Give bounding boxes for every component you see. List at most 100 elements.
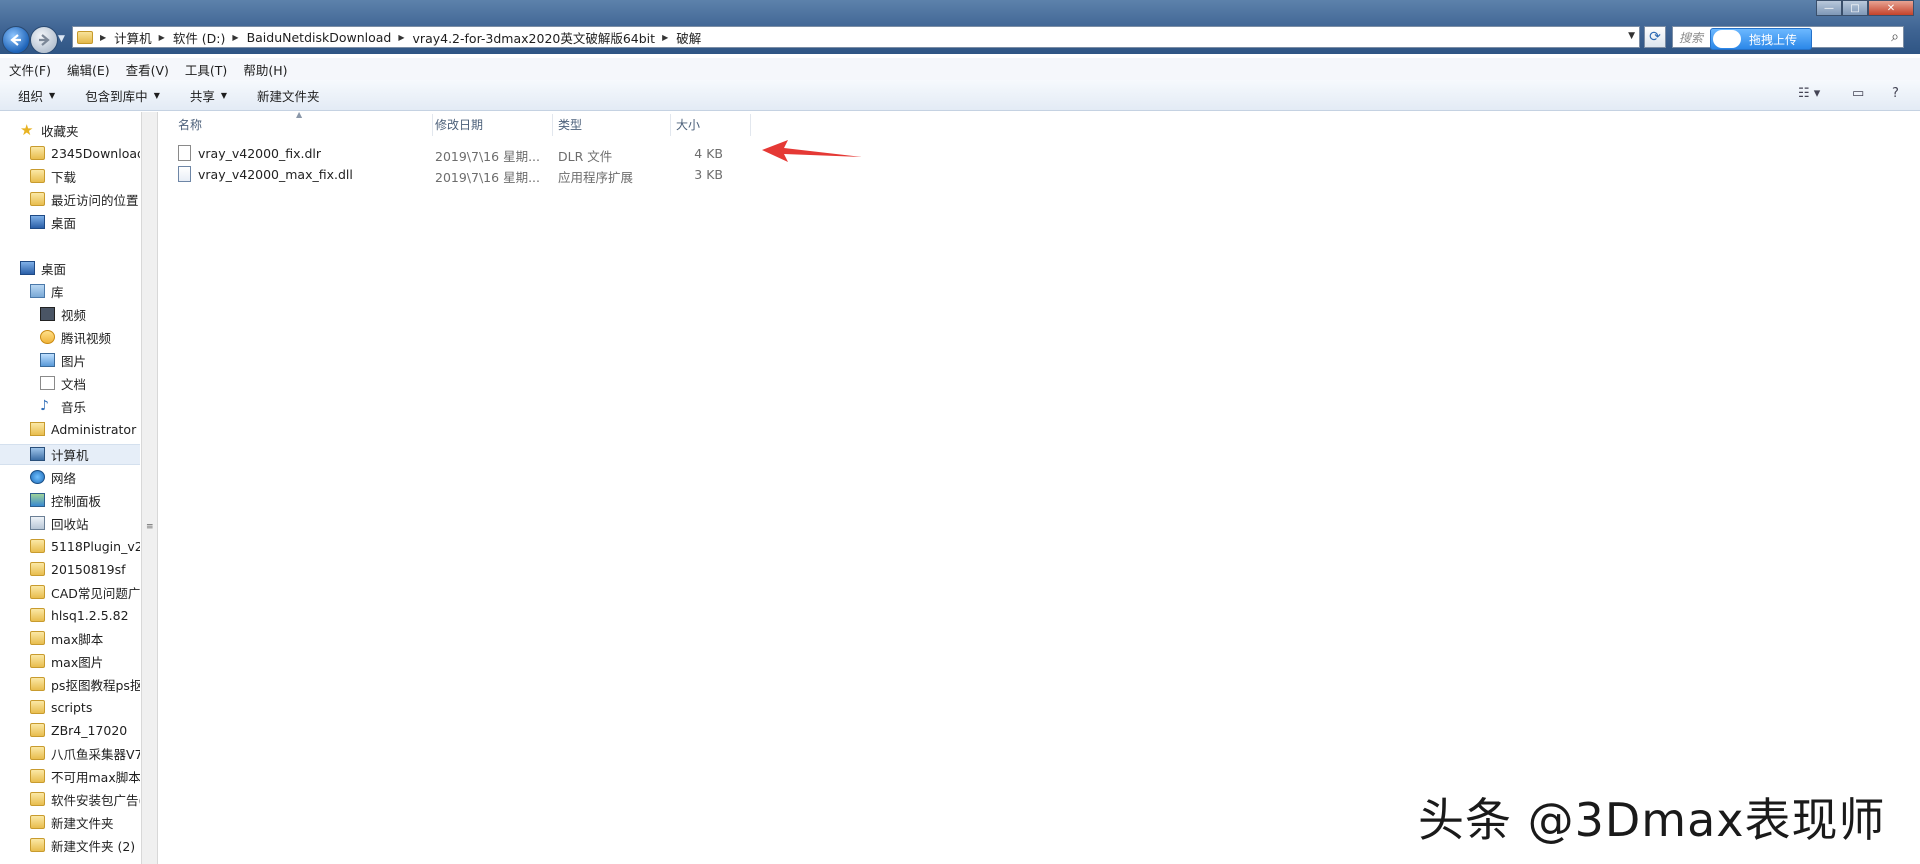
sidebar-item-desktop-fav[interactable]: 桌面 xyxy=(30,212,76,232)
sidebar-favorites[interactable]: ★ 收藏夹 xyxy=(20,120,79,140)
sidebar-item-recent[interactable]: 最近访问的位置 xyxy=(30,189,139,209)
include-library-button[interactable]: 包含到库中 ▼ xyxy=(85,86,160,105)
baidu-upload-button[interactable]: 拖拽上传 xyxy=(1710,28,1812,50)
tencent-video-icon xyxy=(40,330,55,344)
sidebar-item-downloads[interactable]: 下载 xyxy=(30,166,76,186)
sidebar-item-folder[interactable]: 不可用max脚本 xyxy=(30,766,140,786)
chevron-right-icon[interactable]: ▶ xyxy=(100,33,106,42)
sidebar-item-label: 图片 xyxy=(61,353,87,369)
sidebar-item-folder[interactable]: 5118Plugin_v2.0 xyxy=(30,536,140,556)
sidebar-item-label: 20150819sf xyxy=(51,561,126,577)
sidebar-item-folder[interactable]: hlsq1.2.5.82 xyxy=(30,605,129,625)
address-bar[interactable]: ▶ 计算机 ▶ 软件 (D:) ▶ BaiduNetdiskDownload ▶… xyxy=(72,26,1640,48)
sidebar-item-computer[interactable]: 计算机 xyxy=(30,444,89,464)
column-divider[interactable] xyxy=(432,114,433,136)
file-name: vray_v42000_fix.dlr xyxy=(198,146,322,161)
sidebar-item-tencent-video[interactable]: 腾讯视频 xyxy=(40,327,111,347)
minimize-button[interactable]: — xyxy=(1816,0,1842,16)
column-divider[interactable] xyxy=(750,114,751,136)
menu-file[interactable]: 文件(F) xyxy=(9,60,51,79)
breadcrumb-drive[interactable]: 软件 (D:) xyxy=(173,28,226,47)
recent-pages-dropdown[interactable]: ▼ xyxy=(58,34,68,44)
sidebar-item-folder[interactable]: 新建文件夹 (2) xyxy=(30,835,135,855)
pane-splitter[interactable]: ≡ xyxy=(141,112,158,864)
sidebar-item-music[interactable]: ♪ 音乐 xyxy=(40,396,86,416)
desktop-icon xyxy=(30,215,45,229)
column-divider[interactable] xyxy=(552,114,553,136)
star-icon: ★ xyxy=(20,121,34,139)
menu-tools[interactable]: 工具(T) xyxy=(185,60,227,79)
splitter-grip-icon[interactable]: ≡ xyxy=(146,522,154,532)
menu-bar: 文件(F) 编辑(E) 查看(V) 工具(T) 帮助(H) xyxy=(0,58,1920,80)
chevron-right-icon[interactable]: ▶ xyxy=(159,33,165,42)
menu-edit[interactable]: 编辑(E) xyxy=(67,60,110,79)
sidebar-item-folder[interactable]: 新建文件夹 xyxy=(30,812,114,832)
sidebar-item-folder[interactable]: ps抠图教程ps抠图 xyxy=(30,674,140,694)
table-row[interactable]: vray_v42000_fix.dlr 2019\7\16 星期... DLR … xyxy=(178,143,778,164)
maximize-button[interactable]: □ xyxy=(1842,0,1868,16)
column-header-modified[interactable]: 修改日期 xyxy=(435,112,483,136)
sidebar-item-folder[interactable]: max图片 xyxy=(30,651,103,671)
folder-icon xyxy=(30,838,45,852)
search-icon[interactable]: ⌕ xyxy=(1891,29,1899,45)
chevron-down-icon: ▼ xyxy=(49,90,56,100)
new-folder-button[interactable]: 新建文件夹 xyxy=(257,86,320,105)
folder-icon xyxy=(30,769,45,783)
sidebar-item-label: 桌面 xyxy=(51,215,77,231)
sidebar-item-video[interactable]: 视频 xyxy=(40,304,86,324)
folder-icon xyxy=(30,700,45,714)
file-modified: 2019\7\16 星期... xyxy=(435,170,540,185)
chevron-right-icon[interactable]: ▶ xyxy=(398,33,404,42)
arrow-left-icon xyxy=(10,34,21,46)
sidebar-item-library[interactable]: 库 xyxy=(30,281,64,301)
file-icon xyxy=(178,145,191,161)
breadcrumb-baidu[interactable]: BaiduNetdiskDownload xyxy=(247,30,392,45)
column-header-size[interactable]: 大小 xyxy=(676,112,700,136)
video-icon xyxy=(40,307,55,321)
sidebar-item-documents[interactable]: 文档 xyxy=(40,373,86,393)
forward-button[interactable] xyxy=(30,26,58,54)
view-options-icon[interactable]: ☷ ▾ xyxy=(1798,86,1820,101)
sidebar-item-recycle-bin[interactable]: 回收站 xyxy=(30,513,89,533)
chevron-right-icon[interactable]: ▶ xyxy=(232,33,238,42)
menu-view[interactable]: 查看(V) xyxy=(126,60,169,79)
help-icon[interactable]: ? xyxy=(1892,86,1899,101)
sidebar-item-folder[interactable]: CAD常见问题广告 xyxy=(30,582,140,602)
sidebar-item-label: 八爪鱼采集器V7. xyxy=(51,746,140,762)
refresh-button[interactable]: ⟳ xyxy=(1644,26,1666,48)
sidebar-item-folder[interactable]: ZBr4_17020 xyxy=(30,720,127,740)
share-button[interactable]: 共享 ▼ xyxy=(190,86,227,105)
preview-pane-icon[interactable]: ▭ xyxy=(1852,86,1864,101)
sidebar-item-folder[interactable]: 20150819sf xyxy=(30,559,126,579)
column-divider[interactable] xyxy=(670,114,671,136)
baidu-cloud-icon xyxy=(1713,30,1741,48)
sidebar-item-label: 控制面板 xyxy=(51,493,102,509)
file-type: 应用程序扩展 xyxy=(558,170,634,185)
sidebar-item-label: 音乐 xyxy=(61,399,87,415)
organize-button[interactable]: 组织 ▼ xyxy=(18,86,55,105)
sidebar-desktop[interactable]: 桌面 xyxy=(20,258,66,278)
address-dropdown-icon[interactable]: ▼ xyxy=(1628,31,1635,41)
sidebar-item-folder[interactable]: 八爪鱼采集器V7. xyxy=(30,743,140,763)
sidebar-item-administrator[interactable]: Administrator xyxy=(30,419,136,439)
column-header-name[interactable]: 名称 xyxy=(178,112,202,136)
sidebar-item-label: 库 xyxy=(51,284,64,300)
sidebar-item-network[interactable]: 网络 xyxy=(30,467,76,487)
breadcrumb-vray[interactable]: vray4.2-for-3dmax2020英文破解版64bit xyxy=(413,28,656,47)
sidebar-item-pictures[interactable]: 图片 xyxy=(40,350,86,370)
sidebar-item-folder[interactable]: scripts xyxy=(30,697,92,717)
sidebar-item-2345downloads[interactable]: 2345Downloads xyxy=(30,143,140,163)
menu-help[interactable]: 帮助(H) xyxy=(243,60,287,79)
table-row[interactable]: vray_v42000_max_fix.dll 2019\7\16 星期... … xyxy=(178,164,778,185)
chevron-right-icon[interactable]: ▶ xyxy=(662,33,668,42)
close-button[interactable]: ✕ xyxy=(1868,0,1914,16)
column-header-type[interactable]: 类型 xyxy=(558,112,582,136)
sidebar-item-folder[interactable]: max脚本 xyxy=(30,628,103,648)
folder-icon xyxy=(30,631,45,645)
breadcrumb-crack[interactable]: 破解 xyxy=(676,28,701,47)
breadcrumb-computer[interactable]: 计算机 xyxy=(114,28,152,47)
sidebar-item-control-panel[interactable]: 控制面板 xyxy=(30,490,101,510)
command-toolbar: 组织 ▼ 包含到库中 ▼ 共享 ▼ 新建文件夹 xyxy=(0,80,1920,111)
back-button[interactable] xyxy=(2,26,30,54)
sidebar-item-folder[interactable]: 软件安装包广告( xyxy=(30,789,140,809)
